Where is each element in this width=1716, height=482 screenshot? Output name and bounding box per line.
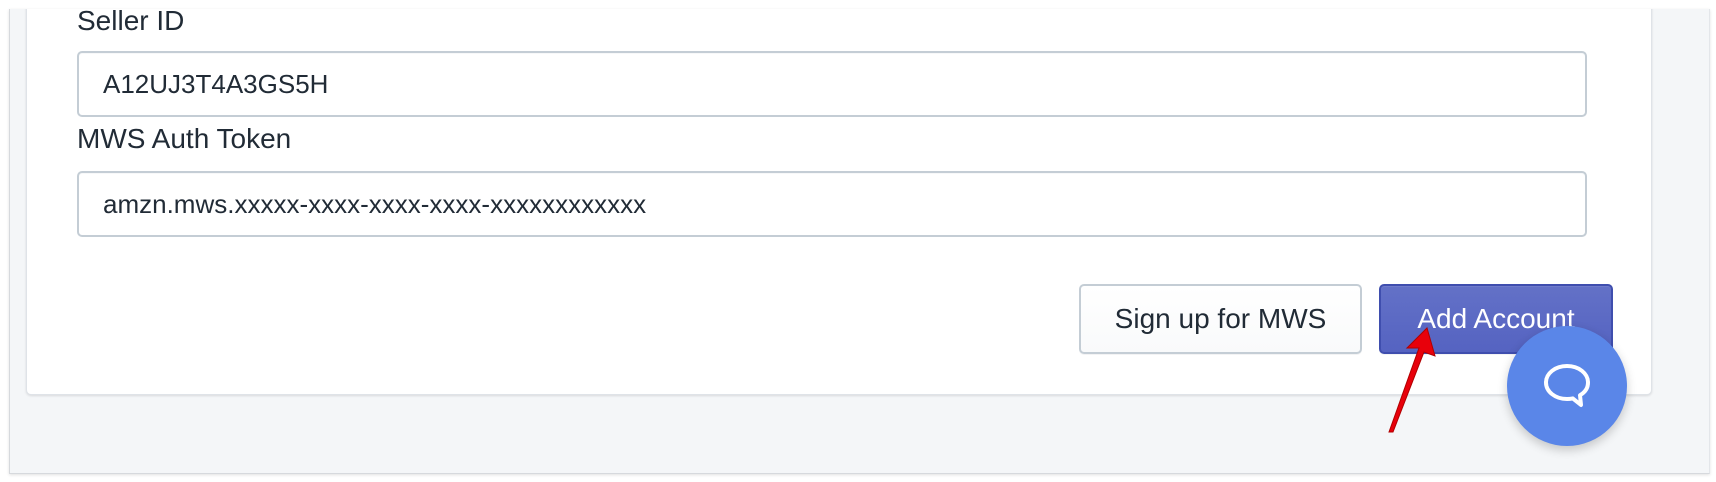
- mws-auth-token-input[interactable]: [77, 171, 1587, 237]
- app-window: Seller ID MWS Auth Token Sign up for MWS…: [9, 9, 1710, 474]
- seller-id-label: Seller ID: [77, 9, 185, 36]
- chat-launcher-button[interactable]: [1507, 326, 1627, 446]
- seller-id-input[interactable]: [77, 51, 1587, 117]
- sign-up-for-mws-button[interactable]: Sign up for MWS: [1079, 284, 1362, 354]
- red-arrow-icon: [1388, 327, 1436, 433]
- mws-auth-token-label: MWS Auth Token: [77, 123, 292, 154]
- chat-bubble-icon: [1544, 364, 1590, 407]
